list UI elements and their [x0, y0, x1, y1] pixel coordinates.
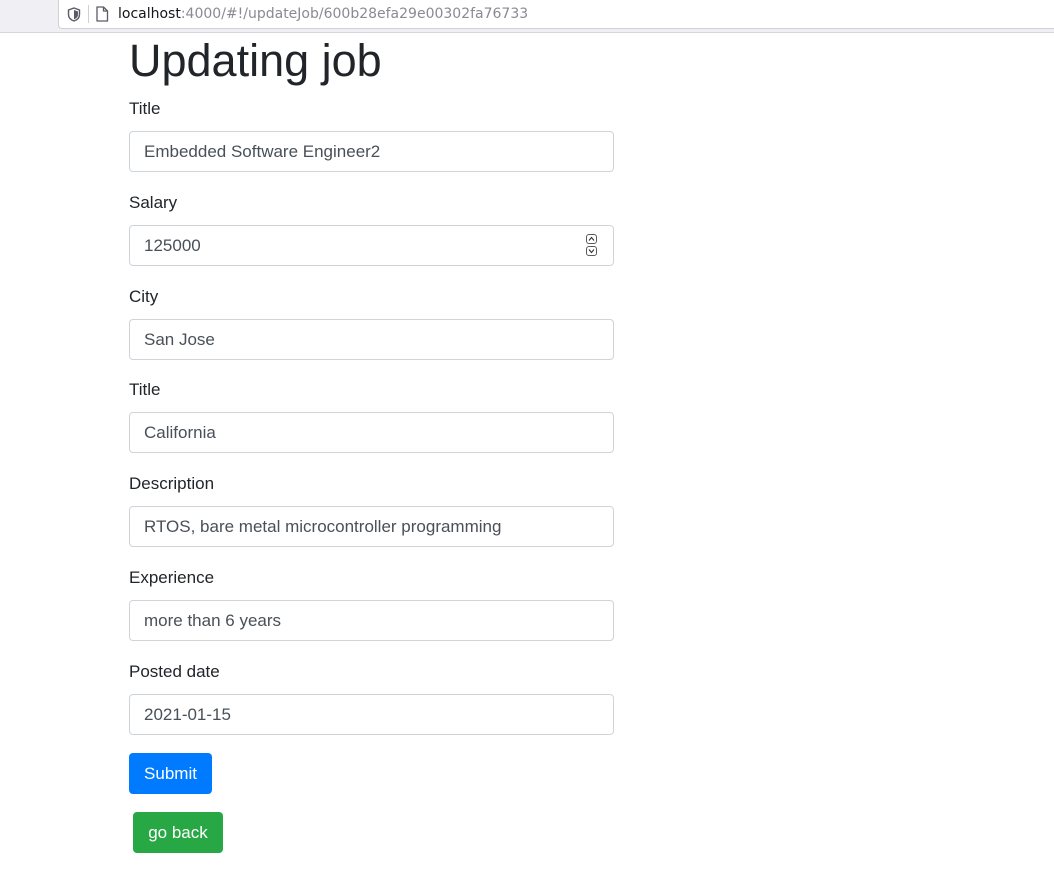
salary-label: Salary — [129, 193, 178, 212]
increment-icon[interactable] — [586, 234, 597, 244]
city-label: City — [129, 287, 159, 306]
experience-group: Experience — [129, 568, 614, 641]
title-input[interactable] — [129, 131, 614, 172]
description-label: Description — [129, 474, 215, 493]
toolbar-separator — [88, 5, 89, 23]
description-group: Description — [129, 474, 614, 547]
state-label: Title — [129, 380, 161, 399]
experience-input[interactable] — [129, 600, 614, 641]
url-host: localhost — [118, 6, 181, 22]
posted-date-input[interactable] — [129, 694, 614, 735]
salary-stepper[interactable] — [586, 234, 599, 257]
city-group: City — [129, 287, 614, 360]
url-text[interactable]: localhost:4000/#!/updateJob/600b28efa29e… — [118, 6, 528, 23]
page-icon[interactable] — [95, 6, 109, 22]
state-group: Title — [129, 380, 614, 453]
city-input[interactable] — [129, 319, 614, 360]
posted-date-label: Posted date — [129, 662, 220, 681]
salary-input[interactable] — [129, 225, 614, 266]
decrement-icon[interactable] — [586, 246, 597, 256]
address-bar[interactable]: localhost:4000/#!/updateJob/600b28efa29e… — [58, 0, 1054, 29]
posted-date-group: Posted date — [129, 662, 614, 735]
browser-toolbar: localhost:4000/#!/updateJob/600b28efa29e… — [0, 0, 1054, 33]
experience-label: Experience — [129, 568, 215, 587]
submit-button[interactable]: Submit — [129, 753, 212, 794]
state-input[interactable] — [129, 412, 614, 453]
title-label: Title — [129, 99, 161, 118]
salary-group: Salary — [129, 193, 614, 266]
go-back-button[interactable]: go back — [133, 812, 223, 853]
title-group: Title — [129, 99, 614, 172]
shield-icon[interactable] — [67, 7, 81, 22]
page-title: Updating job — [129, 35, 382, 86]
description-input[interactable] — [129, 506, 614, 547]
url-path: :4000/#!/updateJob/600b28efa29e00302fa76… — [180, 6, 529, 22]
